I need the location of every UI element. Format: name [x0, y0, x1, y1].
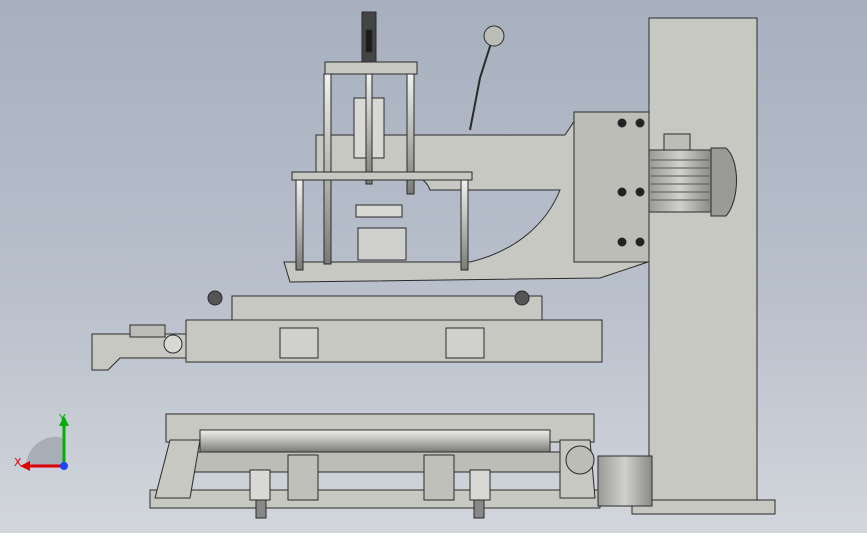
top-crossbar [324, 61, 418, 75]
roller [199, 429, 551, 453]
upper-platen [231, 295, 543, 321]
upper-table [185, 319, 603, 363]
middle-plate [291, 171, 473, 181]
vertical-column [648, 17, 758, 504]
motor-endcap [710, 147, 737, 217]
y-axis-label: Y [59, 412, 66, 425]
machine-model[interactable] [0, 0, 867, 533]
x-axis-label: X [14, 456, 22, 469]
coordinate-triad: Y X [12, 410, 82, 480]
lower-base-plate [149, 489, 601, 509]
motor-body [648, 149, 712, 213]
cad-viewport[interactable]: Y X [0, 0, 867, 533]
column-base-plate [631, 499, 776, 515]
motor-terminal-box [663, 133, 691, 151]
guide-block [357, 227, 407, 261]
lower-motor [597, 455, 653, 507]
triad-axes [20, 416, 69, 471]
gauge [483, 25, 505, 47]
